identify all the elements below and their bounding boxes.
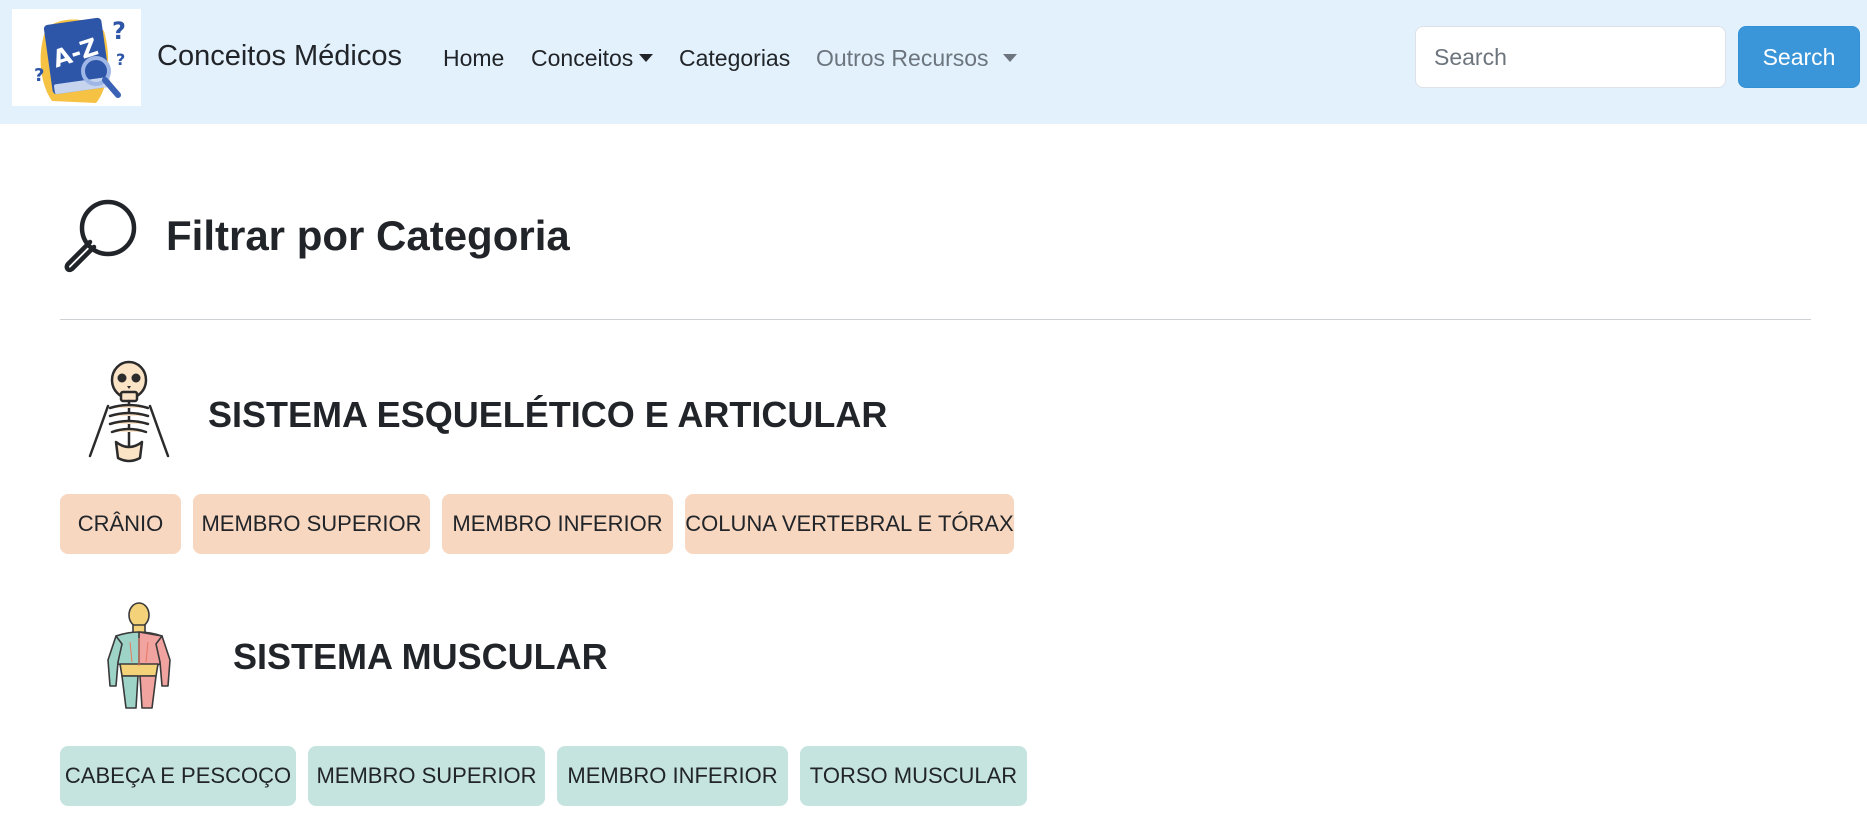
chevron-down-icon [639, 53, 654, 62]
nav-categorias-label: Categorias [679, 45, 791, 71]
navbar: A-Z ? ? ? Conceitos Médicos Home Conceit… [0, 0, 1867, 124]
brand-link[interactable]: Conceitos Médicos [157, 40, 402, 73]
svg-text:?: ? [112, 17, 126, 45]
nav-conceitos-label: Conceitos [531, 45, 634, 71]
chevron-down-icon [1002, 53, 1017, 62]
section-title-skeletal: SISTEMA ESQUELÉTICO E ARTICULAR [208, 394, 888, 435]
nav-categorias-link[interactable]: Categorias [679, 45, 790, 72]
svg-text:?: ? [34, 65, 44, 86]
nav-home-link[interactable]: Home [443, 45, 504, 72]
chip-cranio[interactable]: CRÂNIO [60, 494, 181, 554]
nav-outros-recursos-dropdown[interactable]: Outros Recursos [816, 45, 1017, 72]
search-input[interactable] [1415, 26, 1726, 88]
page-title: Filtrar por Categoria [166, 212, 570, 259]
chip-membro-superior[interactable]: MEMBRO SUPERIOR [308, 746, 545, 806]
chip-membro-inferior[interactable]: MEMBRO INFERIOR [557, 746, 788, 806]
search-button[interactable]: Search [1738, 26, 1860, 88]
section-title-muscular: SISTEMA MUSCULAR [233, 636, 608, 677]
chip-coluna-vertebral-e-torax[interactable]: COLUNA VERTEBRAL E TÓRAX [685, 494, 1014, 554]
chip-membro-superior[interactable]: MEMBRO SUPERIOR [193, 494, 430, 554]
medical-dictionary-logo[interactable]: A-Z ? ? ? [12, 9, 141, 106]
skeleton-icon [80, 360, 178, 466]
nav-home-label: Home [443, 45, 505, 71]
divider [60, 319, 1811, 320]
svg-text:?: ? [116, 50, 125, 69]
chip-membro-inferior[interactable]: MEMBRO INFERIOR [442, 494, 673, 554]
magnifier-icon [60, 198, 142, 280]
chip-cabeca-e-pescoco[interactable]: CABEÇA E PESCOÇO [60, 746, 296, 806]
muscular-body-icon [102, 602, 177, 710]
nav-outros-recursos-label: Outros Recursos [816, 45, 989, 71]
chip-torso-muscular[interactable]: TORSO MUSCULAR [800, 746, 1027, 806]
nav-conceitos-dropdown[interactable]: Conceitos [531, 45, 654, 72]
